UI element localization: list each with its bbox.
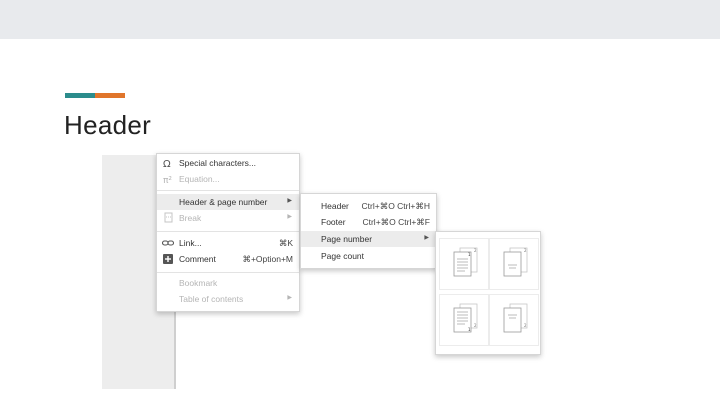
menu-divider bbox=[157, 272, 299, 273]
submenu-arrow-icon: ▶ bbox=[424, 235, 429, 241]
header-page-number-submenu: Header Ctrl+⌘O Ctrl+⌘H Footer Ctrl+⌘O Ct… bbox=[300, 193, 437, 269]
menu-item-label: Comment bbox=[179, 254, 216, 264]
page-break-icon bbox=[162, 212, 174, 224]
submenu-item-page-number[interactable]: Page number ▶ bbox=[301, 231, 436, 247]
accent-bar-teal bbox=[65, 93, 95, 98]
menu-item-equation[interactable]: π² Equation... bbox=[157, 171, 299, 187]
submenu-arrow-icon: ▶ bbox=[287, 198, 292, 204]
submenu-item-header[interactable]: Header Ctrl+⌘O Ctrl+⌘H bbox=[301, 198, 436, 214]
page-number-bottom-right-skip-first[interactable]: 2 bbox=[489, 294, 539, 346]
menu-item-label: Link... bbox=[179, 238, 202, 248]
menu-item-shortcut: ⌘+Option+M bbox=[242, 254, 293, 264]
submenu-item-label: Page number bbox=[321, 234, 373, 244]
menu-item-label: Header & page number bbox=[179, 197, 268, 207]
menu-item-header-page-number[interactable]: Header & page number ▶ bbox=[157, 194, 299, 210]
page-thumbnail-icon: 1 2 bbox=[453, 303, 478, 333]
link-icon bbox=[161, 237, 175, 249]
insert-menu: Ω Special characters... π² Equation... H… bbox=[156, 153, 300, 312]
top-bar bbox=[0, 0, 720, 39]
menu-item-shortcut: ⌘K bbox=[278, 238, 293, 248]
submenu-item-page-count[interactable]: Page count bbox=[301, 248, 436, 264]
submenu-item-shortcut: Ctrl+⌘O Ctrl+⌘H bbox=[361, 201, 430, 211]
menu-item-table-of-contents[interactable]: Table of contents ▶ bbox=[157, 291, 299, 307]
submenu-item-footer[interactable]: Footer Ctrl+⌘O Ctrl+⌘F bbox=[301, 214, 436, 230]
menu-divider bbox=[157, 231, 299, 232]
menu-item-break[interactable]: Break ▶ bbox=[157, 210, 299, 226]
menu-item-special-characters[interactable]: Ω Special characters... bbox=[157, 155, 299, 171]
menu-item-comment[interactable]: Comment ⌘+Option+M bbox=[157, 251, 299, 267]
submenu-arrow-icon: ▶ bbox=[287, 214, 292, 220]
page-number-top-right-all-pages[interactable]: 1 2 bbox=[439, 238, 489, 290]
menu-item-link[interactable]: Link... ⌘K bbox=[157, 235, 299, 251]
slide-title: Header bbox=[64, 110, 152, 140]
svg-text:π²: π² bbox=[163, 176, 172, 185]
page-thumbnail-icon: 2 bbox=[503, 247, 528, 277]
menu-item-bookmark[interactable]: Bookmark bbox=[157, 275, 299, 291]
omega-icon: Ω bbox=[162, 157, 174, 170]
accent-bar-orange bbox=[95, 93, 125, 98]
menu-item-label: Break bbox=[179, 213, 202, 223]
page-number-bottom-right-all-pages[interactable]: 1 2 bbox=[439, 294, 489, 346]
pi-icon: π² bbox=[162, 173, 174, 186]
menu-item-label: Special characters... bbox=[179, 158, 257, 168]
page-number-options-panel: 1 2 2 1 2 2 bbox=[435, 231, 541, 355]
submenu-item-label: Header bbox=[321, 201, 349, 211]
menu-divider bbox=[157, 190, 299, 191]
page-thumbnail-icon: 2 bbox=[503, 303, 528, 333]
menu-item-label: Bookmark bbox=[179, 278, 218, 288]
page-number-top-right-skip-first[interactable]: 2 bbox=[489, 238, 539, 290]
submenu-item-label: Page count bbox=[321, 251, 365, 261]
submenu-arrow-icon: ▶ bbox=[287, 295, 292, 301]
submenu-item-label: Footer bbox=[321, 217, 346, 227]
page-thumbnail-icon: 1 2 bbox=[453, 247, 478, 277]
submenu-item-shortcut: Ctrl+⌘O Ctrl+⌘F bbox=[362, 217, 430, 227]
menu-item-label: Table of contents bbox=[179, 294, 244, 304]
menu-item-label: Equation... bbox=[179, 174, 220, 184]
comment-add-icon bbox=[162, 253, 174, 265]
svg-text:Ω: Ω bbox=[163, 159, 171, 169]
